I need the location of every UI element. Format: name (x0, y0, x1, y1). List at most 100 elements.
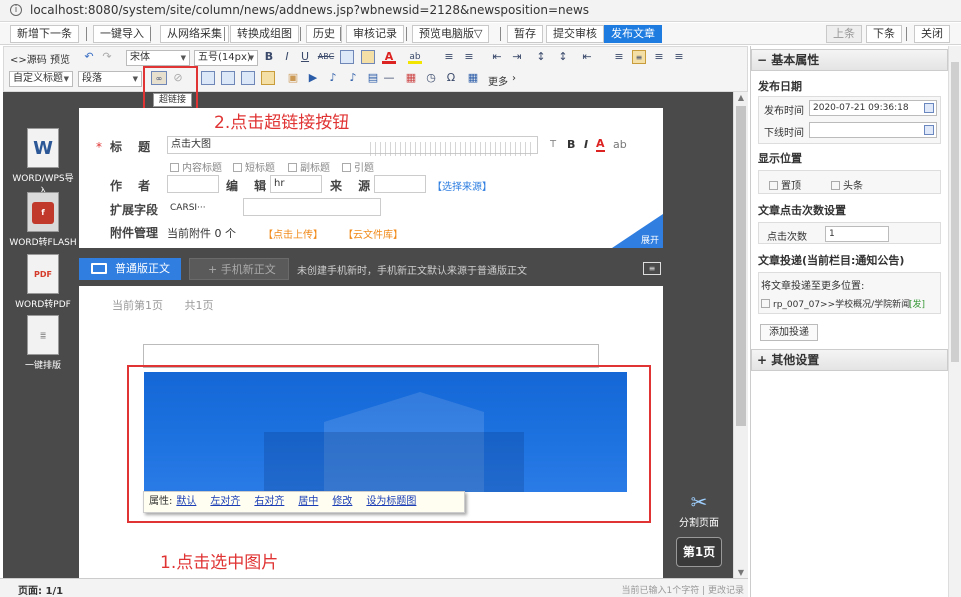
custom-heading-select[interactable]: 自定义标题 ▼ (9, 71, 73, 87)
other-settings-header[interactable]: + 其他设置 (751, 349, 948, 371)
title-highlight-icon[interactable]: ab (613, 138, 627, 151)
highlight-icon[interactable]: ab (408, 50, 422, 64)
tab-normal-body[interactable]: 普通版正文 (79, 258, 181, 280)
format-painter-icon[interactable] (361, 50, 375, 64)
underline-icon[interactable]: U (298, 50, 312, 64)
source-input[interactable] (374, 175, 426, 193)
close-button[interactable]: 关闭 (914, 25, 950, 43)
attr-edit-link[interactable]: 修改 (332, 496, 352, 507)
align-justify-icon[interactable]: ≡ (672, 50, 686, 64)
paragraph-select[interactable]: 段落 ▼ (78, 71, 142, 87)
editor-scrollbar[interactable]: ▲ ▼ (733, 92, 748, 578)
source-button[interactable]: <>源码 (10, 51, 47, 66)
attr-align-right-link[interactable]: 右对齐 (254, 496, 284, 507)
title-italic-icon[interactable]: I (584, 138, 588, 151)
panel-scroll-thumb[interactable] (951, 62, 959, 362)
basic-props-header[interactable]: − 基本属性 (751, 49, 948, 71)
url-text[interactable]: localhost:8080/system/site/column/news/a… (30, 3, 589, 17)
next-button[interactable]: 下条 (866, 25, 902, 43)
word-to-pdf-tool[interactable]: PDF WORD转PDF (8, 254, 78, 310)
new-next-button[interactable]: 新增下一条 (10, 25, 79, 43)
history-button[interactable]: 历史 (306, 25, 342, 43)
attr-center-link[interactable]: 居中 (298, 496, 318, 507)
redo-icon[interactable]: ↷ (100, 50, 114, 64)
prev-button[interactable]: 上条 (826, 25, 862, 43)
ordered-list-icon[interactable]: ≡ (442, 50, 456, 64)
sub-title-checkbox[interactable]: 副标题 (288, 159, 330, 174)
calendar-icon[interactable] (924, 103, 934, 113)
music-icon[interactable]: ♪ (346, 71, 360, 85)
audit-log-button[interactable]: 审核记录 (346, 25, 404, 43)
cloud-library-link[interactable]: 【云文件库】 (343, 226, 403, 241)
title-bold-icon[interactable]: B (567, 138, 575, 151)
preview-button[interactable]: 预览 (50, 51, 70, 66)
scroll-up-icon[interactable]: ▲ (736, 93, 746, 102)
undo-icon[interactable]: ↶ (82, 50, 96, 64)
click-count-input[interactable]: 1 (825, 226, 889, 242)
content-title-checkbox[interactable]: 内容标题 (170, 159, 222, 174)
attr-default-link[interactable]: 默认 (176, 496, 196, 507)
author-input[interactable] (167, 175, 219, 193)
headline-checkbox[interactable]: 头条 (831, 177, 863, 192)
line-spacing-icon[interactable]: ↕ (556, 50, 570, 64)
one-click-layout-tool[interactable]: ≣ 一键排版 (8, 315, 78, 371)
more-button[interactable]: 更多 (488, 73, 508, 88)
video-icon[interactable]: ▶ (306, 71, 320, 85)
split-page-button[interactable]: ✂ 分割页面 (676, 490, 722, 529)
preview-pc-button[interactable]: 预览电脑版▽ (412, 25, 490, 43)
float-none-icon[interactable] (221, 71, 235, 85)
text-direction-icon[interactable]: ⇤ (580, 50, 594, 64)
title-style-icon[interactable]: T (550, 139, 556, 150)
pub-time-input[interactable]: 2020-07-21 09:36:18 (809, 100, 937, 116)
special-char-icon[interactable]: Ω (444, 71, 458, 85)
horizontal-rule-icon[interactable]: — (382, 71, 396, 85)
calendar-icon[interactable] (924, 125, 934, 135)
select-source-link[interactable]: 【选择来源】 (432, 178, 492, 193)
bold-icon[interactable]: B (262, 50, 276, 64)
float-left-icon[interactable] (201, 71, 215, 85)
float-right-icon[interactable] (241, 71, 255, 85)
word-to-flash-tool[interactable]: f WORD转FLASH (8, 192, 78, 248)
group-image-button[interactable]: 转换成组图 (230, 25, 299, 43)
title-color-icon[interactable]: A (596, 137, 605, 152)
scroll-thumb[interactable] (736, 106, 746, 426)
panel-scrollbar[interactable] (948, 46, 961, 597)
paragraph-spacing-icon[interactable]: ↕ (534, 50, 548, 64)
date-icon[interactable]: ▦ (404, 71, 418, 85)
pin-top-checkbox[interactable]: 置顶 (769, 177, 801, 192)
table-icon[interactable]: ▦ (466, 71, 480, 85)
align-right-icon[interactable]: ≡ (652, 50, 666, 64)
outdent-icon[interactable]: ⇤ (490, 50, 504, 64)
page-1-button[interactable]: 第1页 (676, 537, 722, 567)
publish-button[interactable]: 发布文章 (604, 25, 662, 43)
attr-set-title-image-link[interactable]: 设为标题图 (366, 496, 416, 507)
indent-icon[interactable]: ⇥ (510, 50, 524, 64)
web-collect-button[interactable]: 从网络采集 (160, 25, 229, 43)
align-left-icon[interactable]: ≡ (612, 50, 626, 64)
lead-title-checkbox[interactable]: 引题 (342, 159, 374, 174)
one-click-import-button[interactable]: 一键导入 (93, 25, 151, 43)
strikethrough-icon[interactable]: ABC (317, 50, 335, 64)
tab-mobile-body[interactable]: + 手机新正文 (189, 258, 289, 280)
image-icon[interactable]: ▣ (286, 71, 300, 85)
info-icon[interactable]: i (10, 4, 22, 16)
italic-icon[interactable]: I (280, 50, 294, 64)
font-family-select[interactable]: 宋体 ▼ (126, 50, 190, 66)
delivery-item-checkbox[interactable]: rp_007_07>>学校概况/学院新闻 (761, 297, 910, 310)
save-draft-button[interactable]: 暂存 (507, 25, 543, 43)
align-center-icon[interactable]: ≡ (632, 50, 646, 64)
unordered-list-icon[interactable]: ≡ (462, 50, 476, 64)
attachment-icon[interactable]: ▤ (366, 71, 380, 85)
editor-input[interactable]: hr (270, 175, 322, 193)
clear-format-icon[interactable] (340, 50, 354, 64)
time-icon[interactable]: ◷ (424, 71, 438, 85)
ext-field-input[interactable] (243, 198, 381, 216)
char-count-status[interactable]: 当前已输入1个字符 | 更改记录 (622, 583, 744, 596)
browser-address-bar[interactable]: i localhost:8080/system/site/column/news… (0, 0, 961, 22)
float-center-icon[interactable] (261, 71, 275, 85)
offline-time-input[interactable] (809, 122, 937, 138)
layout-toggle-icon[interactable]: ≡ (643, 262, 661, 275)
submit-audit-button[interactable]: 提交审核 (546, 25, 604, 43)
font-size-select[interactable]: 五号(14px) ▼ (194, 50, 258, 66)
upload-link[interactable]: 【点击上传】 (263, 226, 323, 241)
